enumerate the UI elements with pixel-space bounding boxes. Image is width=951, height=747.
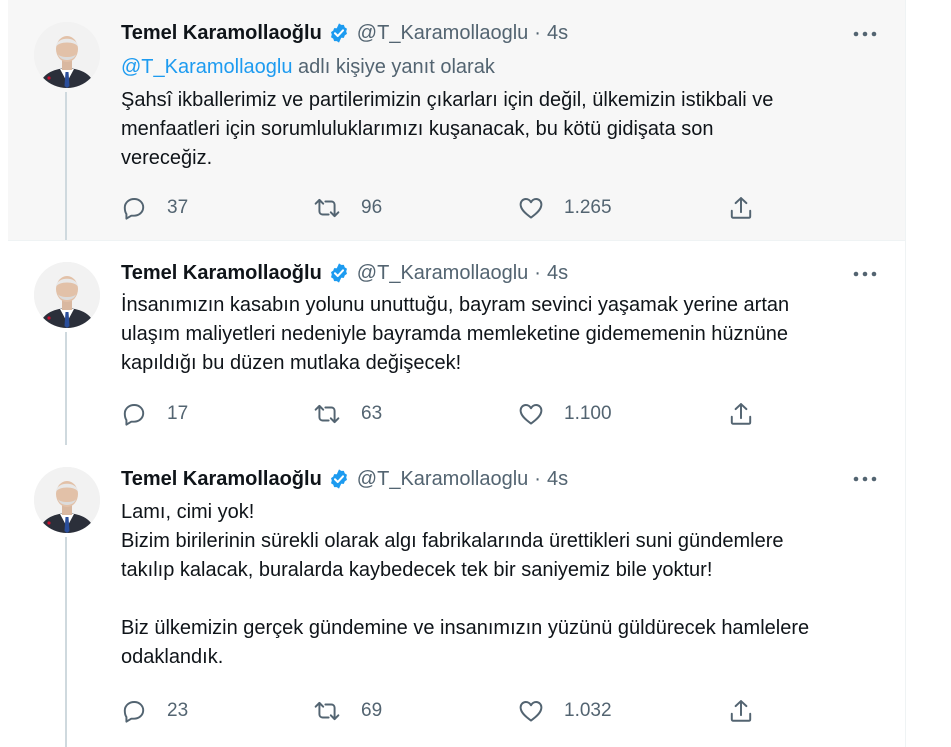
tweet-text: İnsanımızın kasabın yolunu unuttuğu, bay… <box>121 294 790 374</box>
retweet-button[interactable]: 96 <box>313 193 382 223</box>
verified-badge-icon <box>328 468 350 490</box>
timeline-feed: Temel Karamollaoğlu @T_Karamollaoglu · 4… <box>0 0 951 747</box>
share-icon <box>728 401 754 427</box>
share-button[interactable] <box>728 193 754 223</box>
tweet-actions: 37 96 1.265 <box>121 193 861 223</box>
author-handle[interactable]: @T_Karamollaoglu <box>357 22 529 45</box>
timestamp[interactable]: 4s <box>547 468 568 491</box>
more-options-icon[interactable] <box>850 467 880 491</box>
tweet-header: Temel Karamollaoğlu @T_Karamollaoglu · 4… <box>121 259 568 287</box>
like-button[interactable]: 1.032 <box>518 696 612 726</box>
retweet-count: 63 <box>361 403 383 424</box>
tweet-3[interactable]: Temel Karamollaoğlu @T_Karamollaoglu · 4… <box>8 445 905 747</box>
retweet-button[interactable]: 69 <box>313 696 382 726</box>
tweet-actions: 23 69 1.032 <box>121 696 861 726</box>
share-icon <box>728 195 754 221</box>
retweet-icon <box>313 401 341 427</box>
separator-dot: · <box>534 467 541 490</box>
reply-icon <box>121 401 147 427</box>
retweet-count: 69 <box>361 700 383 721</box>
avatar[interactable] <box>34 22 100 88</box>
thread-line <box>65 332 67 445</box>
tweet-header: Temel Karamollaoğlu @T_Karamollaoglu · 4… <box>121 19 568 47</box>
column-divider <box>905 0 906 747</box>
more-options-icon[interactable] <box>850 262 880 286</box>
reply-count: 37 <box>167 197 189 218</box>
like-button[interactable]: 1.265 <box>518 193 612 223</box>
timestamp[interactable]: 4s <box>547 262 568 285</box>
reply-button[interactable]: 17 <box>121 399 188 429</box>
reply-count: 23 <box>167 700 189 721</box>
reply-mention-link[interactable]: @T_Karamollaoglu <box>121 56 293 78</box>
avatar[interactable] <box>34 467 100 533</box>
heart-icon <box>518 698 544 724</box>
tweet-2[interactable]: Temel Karamollaoğlu @T_Karamollaoglu · 4… <box>8 240 905 445</box>
thread-line <box>65 92 67 240</box>
share-button[interactable] <box>728 399 754 429</box>
reply-icon <box>121 195 147 221</box>
reply-count: 17 <box>167 403 189 424</box>
like-count: 1.265 <box>564 197 612 218</box>
reply-button[interactable]: 23 <box>121 696 188 726</box>
like-button[interactable]: 1.100 <box>518 399 612 429</box>
tweet-text: Şahsî ikballerimiz ve partilerimizin çık… <box>121 89 774 169</box>
more-options-icon[interactable] <box>850 22 880 46</box>
retweet-count: 96 <box>361 197 383 218</box>
retweet-icon <box>313 698 341 724</box>
heart-icon <box>518 195 544 221</box>
reply-button[interactable]: 37 <box>121 193 188 223</box>
tweet-divider <box>8 240 905 241</box>
author-handle[interactable]: @T_Karamollaoglu <box>357 262 529 285</box>
reply-context: @T_Karamollaoglu adlı kişiye yanıt olara… <box>121 56 495 79</box>
verified-badge-icon <box>328 262 350 284</box>
separator-dot: · <box>534 21 541 44</box>
timestamp[interactable]: 4s <box>547 22 568 45</box>
author-name[interactable]: Temel Karamollaoğlu <box>121 468 322 491</box>
reply-context-label: adlı kişiye yanıt olarak <box>292 56 495 78</box>
share-button[interactable] <box>728 696 754 726</box>
author-handle[interactable]: @T_Karamollaoglu <box>357 468 529 491</box>
author-name[interactable]: Temel Karamollaoğlu <box>121 22 322 45</box>
tweet-header: Temel Karamollaoğlu @T_Karamollaoglu · 4… <box>121 465 568 493</box>
tweet-actions: 17 63 1.100 <box>121 399 861 429</box>
like-count: 1.032 <box>564 700 612 721</box>
retweet-icon <box>313 195 341 221</box>
reply-icon <box>121 698 147 724</box>
tweet-1[interactable]: Temel Karamollaoğlu @T_Karamollaoglu · 4… <box>8 0 905 240</box>
author-name[interactable]: Temel Karamollaoğlu <box>121 262 322 285</box>
separator-dot: · <box>534 261 541 284</box>
verified-badge-icon <box>328 22 350 44</box>
share-icon <box>728 698 754 724</box>
thread-line <box>65 537 67 747</box>
like-count: 1.100 <box>564 403 612 424</box>
tweet-text: Lamı, cimi yok! Bizim birilerinin sürekl… <box>121 501 810 668</box>
heart-icon <box>518 401 544 427</box>
retweet-button[interactable]: 63 <box>313 399 382 429</box>
avatar[interactable] <box>34 262 100 328</box>
